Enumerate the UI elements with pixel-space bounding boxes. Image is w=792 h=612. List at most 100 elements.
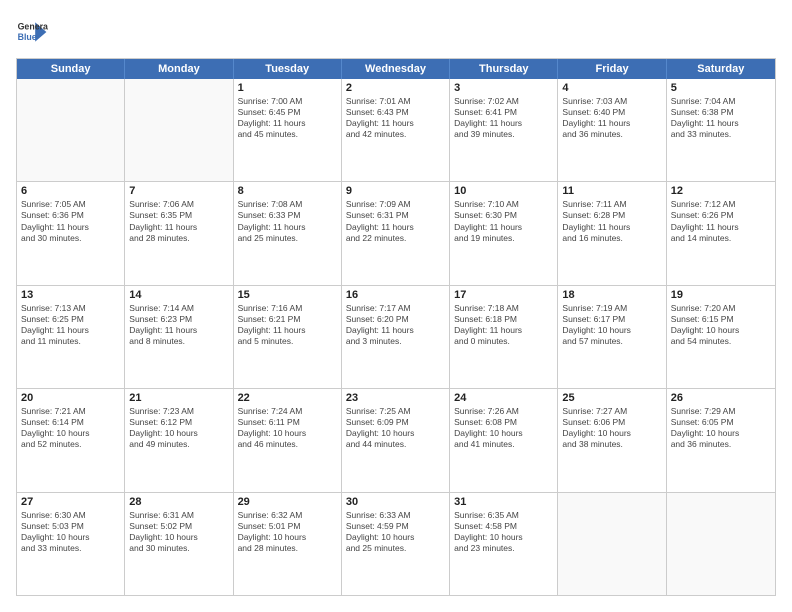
cell-line: and 28 minutes.	[129, 233, 228, 244]
calendar-cell: 15Sunrise: 7:16 AMSunset: 6:21 PMDayligh…	[234, 286, 342, 388]
day-number: 28	[129, 496, 228, 508]
calendar-cell: 27Sunrise: 6:30 AMSunset: 5:03 PMDayligh…	[17, 493, 125, 595]
cell-line: Sunset: 6:20 PM	[346, 314, 445, 325]
calendar-cell: 13Sunrise: 7:13 AMSunset: 6:25 PMDayligh…	[17, 286, 125, 388]
cell-line: and 23 minutes.	[454, 543, 553, 554]
calendar-row: 1Sunrise: 7:00 AMSunset: 6:45 PMDaylight…	[17, 79, 775, 182]
logo: General Blue	[16, 16, 52, 48]
calendar-cell: 29Sunrise: 6:32 AMSunset: 5:01 PMDayligh…	[234, 493, 342, 595]
cell-line: Daylight: 11 hours	[238, 118, 337, 129]
calendar-cell: 9Sunrise: 7:09 AMSunset: 6:31 PMDaylight…	[342, 182, 450, 284]
cell-line: Daylight: 11 hours	[21, 222, 120, 233]
svg-text:General: General	[18, 22, 48, 32]
calendar-cell: 8Sunrise: 7:08 AMSunset: 6:33 PMDaylight…	[234, 182, 342, 284]
cell-line: Daylight: 11 hours	[454, 118, 553, 129]
cell-line: Sunset: 6:18 PM	[454, 314, 553, 325]
day-number: 23	[346, 392, 445, 404]
cell-line: and 57 minutes.	[562, 336, 661, 347]
cell-line: and 38 minutes.	[562, 439, 661, 450]
cell-line: and 28 minutes.	[238, 543, 337, 554]
calendar-cell	[17, 79, 125, 181]
cell-line: Sunrise: 7:14 AM	[129, 303, 228, 314]
calendar-row: 13Sunrise: 7:13 AMSunset: 6:25 PMDayligh…	[17, 286, 775, 389]
cell-line: Sunset: 6:26 PM	[671, 210, 771, 221]
day-number: 24	[454, 392, 553, 404]
cell-line: Sunrise: 7:01 AM	[346, 96, 445, 107]
cell-line: Sunset: 6:33 PM	[238, 210, 337, 221]
cell-line: Daylight: 10 hours	[562, 428, 661, 439]
cell-line: Daylight: 10 hours	[129, 428, 228, 439]
calendar-cell: 14Sunrise: 7:14 AMSunset: 6:23 PMDayligh…	[125, 286, 233, 388]
day-number: 12	[671, 185, 771, 197]
day-number: 9	[346, 185, 445, 197]
calendar-cell	[125, 79, 233, 181]
cell-line: Daylight: 10 hours	[129, 532, 228, 543]
calendar-cell: 6Sunrise: 7:05 AMSunset: 6:36 PMDaylight…	[17, 182, 125, 284]
cell-line: and 36 minutes.	[562, 129, 661, 140]
cell-line: Sunset: 6:15 PM	[671, 314, 771, 325]
cell-line: Daylight: 11 hours	[238, 222, 337, 233]
cell-line: Sunrise: 7:05 AM	[21, 199, 120, 210]
cell-line: Sunrise: 7:21 AM	[21, 406, 120, 417]
day-number: 5	[671, 82, 771, 94]
cell-line: Daylight: 11 hours	[346, 325, 445, 336]
cell-line: Sunrise: 6:31 AM	[129, 510, 228, 521]
cell-line: Sunrise: 7:02 AM	[454, 96, 553, 107]
weekday-header: Tuesday	[234, 59, 342, 79]
cell-line: Daylight: 10 hours	[238, 428, 337, 439]
calendar-body: 1Sunrise: 7:00 AMSunset: 6:45 PMDaylight…	[17, 79, 775, 595]
cell-line: Sunset: 6:06 PM	[562, 417, 661, 428]
cell-line: Sunrise: 7:04 AM	[671, 96, 771, 107]
day-number: 31	[454, 496, 553, 508]
cell-line: Sunrise: 7:16 AM	[238, 303, 337, 314]
cell-line: Sunrise: 6:33 AM	[346, 510, 445, 521]
cell-line: and 54 minutes.	[671, 336, 771, 347]
calendar-header: SundayMondayTuesdayWednesdayThursdayFrid…	[17, 59, 775, 79]
cell-line: Sunrise: 7:19 AM	[562, 303, 661, 314]
day-number: 8	[238, 185, 337, 197]
cell-line: Sunset: 6:09 PM	[346, 417, 445, 428]
cell-line: Sunrise: 7:25 AM	[346, 406, 445, 417]
cell-line: and 8 minutes.	[129, 336, 228, 347]
day-number: 18	[562, 289, 661, 301]
calendar-cell: 26Sunrise: 7:29 AMSunset: 6:05 PMDayligh…	[667, 389, 775, 491]
cell-line: Sunrise: 7:18 AM	[454, 303, 553, 314]
cell-line: Sunrise: 7:29 AM	[671, 406, 771, 417]
calendar-cell: 28Sunrise: 6:31 AMSunset: 5:02 PMDayligh…	[125, 493, 233, 595]
calendar-cell: 16Sunrise: 7:17 AMSunset: 6:20 PMDayligh…	[342, 286, 450, 388]
cell-line: Sunset: 6:43 PM	[346, 107, 445, 118]
cell-line: and 3 minutes.	[346, 336, 445, 347]
cell-line: Daylight: 11 hours	[562, 222, 661, 233]
calendar-row: 6Sunrise: 7:05 AMSunset: 6:36 PMDaylight…	[17, 182, 775, 285]
cell-line: Sunset: 6:25 PM	[21, 314, 120, 325]
calendar-cell: 5Sunrise: 7:04 AMSunset: 6:38 PMDaylight…	[667, 79, 775, 181]
cell-line: Sunrise: 7:13 AM	[21, 303, 120, 314]
cell-line: and 25 minutes.	[238, 233, 337, 244]
svg-text:Blue: Blue	[18, 32, 37, 42]
cell-line: Sunset: 6:11 PM	[238, 417, 337, 428]
cell-line: and 19 minutes.	[454, 233, 553, 244]
cell-line: Sunset: 6:05 PM	[671, 417, 771, 428]
calendar-cell	[558, 493, 666, 595]
cell-line: Sunrise: 7:06 AM	[129, 199, 228, 210]
calendar-cell: 11Sunrise: 7:11 AMSunset: 6:28 PMDayligh…	[558, 182, 666, 284]
day-number: 16	[346, 289, 445, 301]
cell-line: Sunset: 6:08 PM	[454, 417, 553, 428]
cell-line: Sunrise: 7:27 AM	[562, 406, 661, 417]
cell-line: Sunset: 4:59 PM	[346, 521, 445, 532]
cell-line: Sunrise: 7:12 AM	[671, 199, 771, 210]
calendar-cell: 23Sunrise: 7:25 AMSunset: 6:09 PMDayligh…	[342, 389, 450, 491]
cell-line: Sunrise: 7:23 AM	[129, 406, 228, 417]
cell-line: Sunset: 6:21 PM	[238, 314, 337, 325]
cell-line: Sunset: 5:01 PM	[238, 521, 337, 532]
cell-line: and 33 minutes.	[21, 543, 120, 554]
cell-line: Daylight: 11 hours	[454, 222, 553, 233]
calendar-cell: 2Sunrise: 7:01 AMSunset: 6:43 PMDaylight…	[342, 79, 450, 181]
cell-line: Sunset: 6:38 PM	[671, 107, 771, 118]
cell-line: and 41 minutes.	[454, 439, 553, 450]
cell-line: and 44 minutes.	[346, 439, 445, 450]
cell-line: Daylight: 10 hours	[238, 532, 337, 543]
cell-line: Daylight: 10 hours	[346, 532, 445, 543]
cell-line: Daylight: 10 hours	[454, 532, 553, 543]
cell-line: Sunset: 6:45 PM	[238, 107, 337, 118]
